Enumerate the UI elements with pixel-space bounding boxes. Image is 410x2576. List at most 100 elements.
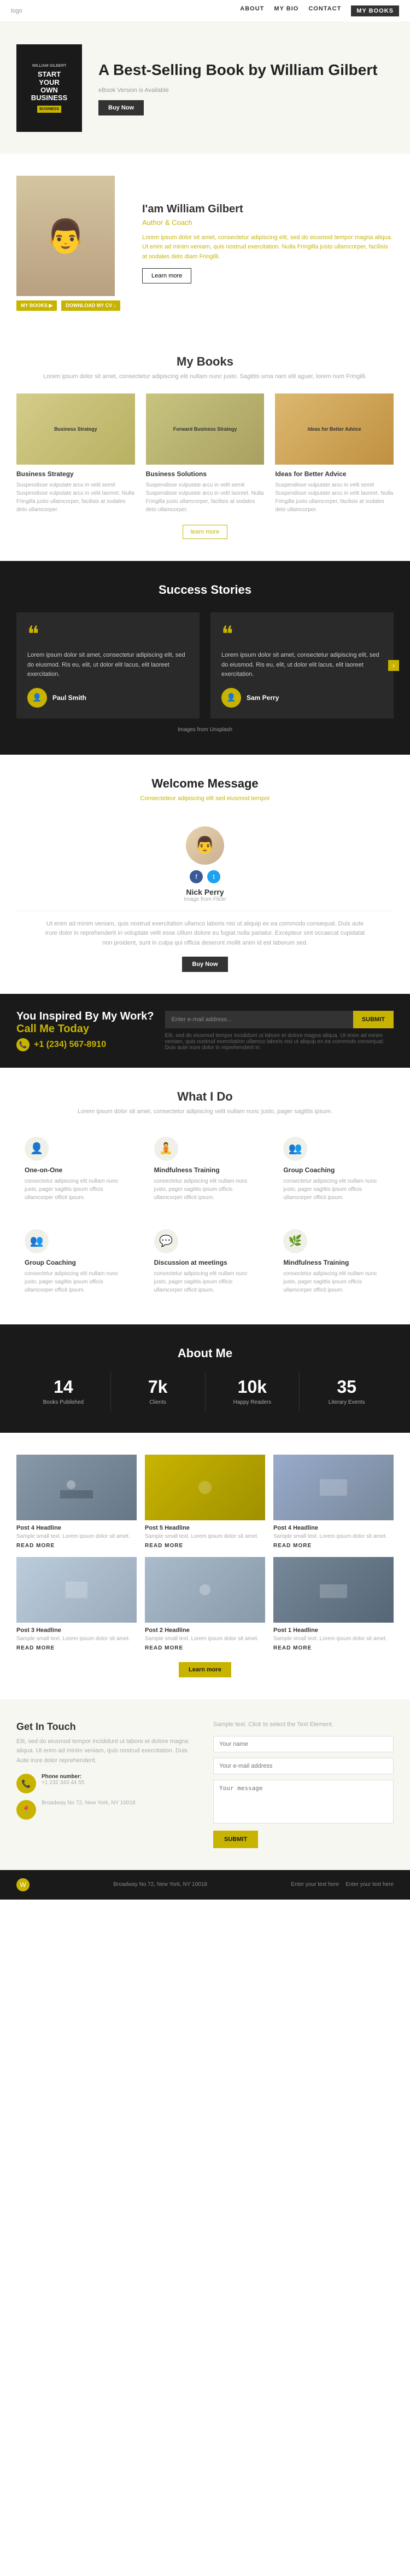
what-subtitle: Lorem ipsum dolor sit amet, consectetur … (16, 1108, 394, 1115)
footer-links: Enter your text here Enter your text her… (291, 1882, 394, 1888)
what-title: What I Do (16, 1090, 394, 1104)
success-stories-section: Success Stories ❝ Lorem ipsum dolor sit … (0, 561, 410, 755)
read-more-4b[interactable]: READ MORE (273, 1543, 394, 1549)
book-accent: BUSINESS (37, 106, 61, 113)
read-more-3[interactable]: READ MORE (16, 1645, 137, 1651)
learn-more-button[interactable]: Learn more (142, 268, 191, 283)
service-desc-3: consectetur adipiscing elit nullam nunc … (283, 1177, 385, 1202)
read-more-5[interactable]: READ MORE (145, 1543, 265, 1549)
my-books-badge[interactable]: MY BOOKS ▶ (16, 300, 57, 311)
service-5: 💬 Discussion at meetings consectetur adi… (146, 1221, 265, 1303)
book-cover-text: WILLIAM GILBERT STARTYOUROWNBUSINESS BUS… (31, 63, 67, 112)
welcome-name: Nick Perry (16, 888, 394, 896)
twitter-icon[interactable]: t (207, 870, 220, 883)
blog-post-5: Post 5 Headline Sample small text. Lorem… (145, 1455, 265, 1549)
book-desc-3: Suspendisse vulputate arcu in velit semi… (275, 481, 394, 514)
book-cover: WILLIAM GILBERT STARTYOUROWNBUSINESS BUS… (16, 44, 82, 132)
welcome-avatar: 👨 (186, 826, 224, 865)
what-i-do-section: What I Do Lorem ipsum dolor sit amet, co… (0, 1068, 410, 1324)
blog-post-1: Post 1 Headline Sample small text. Lorem… (273, 1557, 394, 1651)
read-more-2[interactable]: READ MORE (145, 1645, 265, 1651)
phone-value: +1 232 343 44 55 (42, 1780, 84, 1786)
book-cover-3: Ideas for Better Advice (275, 393, 394, 465)
call-form-wrap: SUBMIT Elit, sed do eiusmod tempor incid… (165, 1011, 394, 1051)
stat-label-clients: Clients (116, 1399, 200, 1405)
my-books-subtitle: Lorem ipsum dolor sit amet, consectetur … (16, 373, 394, 380)
form-message-input[interactable] (213, 1780, 394, 1824)
form-submit-button[interactable]: SUBMIT (213, 1831, 258, 1848)
blog-img-5 (145, 1455, 265, 1520)
phone-label: Phone number: (42, 1774, 84, 1780)
blog-learn-more-button[interactable]: Learn more (179, 1662, 231, 1677)
blog-headline-2: Post 2 Headline (145, 1627, 265, 1634)
book-author-small: WILLIAM GILBERT (31, 63, 67, 68)
welcome-title: Welcome Message (16, 777, 394, 791)
read-more-4[interactable]: READ MORE (16, 1543, 137, 1549)
stat-label-books: Books Published (22, 1399, 105, 1405)
book-card-2: Forward Business Strategy Business Solut… (146, 393, 265, 514)
story-avatar-2: 👤 (221, 688, 241, 708)
service-title-4: Group Coaching (25, 1259, 127, 1266)
blog-sub-4b: Sample small text. Lorem ipsum dolor sit… (273, 1533, 394, 1539)
nav-contact[interactable]: CONTACT (308, 5, 341, 16)
blog-sub-4: Sample small text. Lorem ipsum dolor sit… (16, 1533, 137, 1539)
services-grid: 👤 One-on-One consectetur adipiscing elit… (16, 1128, 394, 1303)
author-name: I'am William Gilbert (142, 203, 394, 216)
call-email-input[interactable] (165, 1011, 353, 1028)
footer-link-2[interactable]: Enter your text here (345, 1882, 394, 1888)
nav-my-books[interactable]: MY BOOKS (351, 5, 399, 16)
stat-num-clients: 7k (116, 1377, 200, 1397)
read-more-1[interactable]: READ MORE (273, 1645, 394, 1651)
form-email-row (213, 1758, 394, 1774)
author-photo: 👨 (16, 176, 115, 296)
buy-now-button[interactable]: Buy Now (98, 100, 144, 115)
stat-num-events: 35 (305, 1377, 388, 1397)
blog-headline-3: Post 3 Headline (16, 1627, 137, 1634)
story-text-1: Lorem ipsum dolor sit amet, consectetur … (27, 651, 189, 680)
story-name-1: Paul Smith (52, 694, 86, 702)
author-image-box: 👨 MY BOOKS ▶ DOWNLOAD MY CV ↓ (16, 176, 126, 311)
story-next-arrow[interactable]: › (388, 660, 399, 671)
contact-address-item: 📍 Broadway No 72, New York, NY 10018 (16, 1800, 197, 1820)
books-learn-more-button[interactable]: learn more (183, 525, 228, 539)
story-avatar-1: 👤 (27, 688, 47, 708)
blog-img-3 (16, 1557, 137, 1623)
footer-link-1[interactable]: Enter your text here (291, 1882, 339, 1888)
service-title-5: Discussion at meetings (154, 1259, 256, 1266)
story-author-2: 👤 Sam Perry (221, 688, 383, 708)
call-subtitle: Call Me Today (16, 1023, 154, 1035)
blog-img-2 (145, 1557, 265, 1623)
book-title-line: STARTYOUROWNBUSINESS (31, 71, 67, 102)
call-submit-button[interactable]: SUBMIT (353, 1011, 394, 1028)
call-text: You Inspired By My Work? Call Me Today 📞… (16, 1010, 154, 1051)
nav-about[interactable]: ABOUT (240, 5, 264, 16)
my-books-section: My Books Lorem ipsum dolor sit amet, con… (0, 333, 410, 561)
service-icon-6: 🌿 (283, 1229, 307, 1253)
hero-text: A Best-Selling Book by William Gilbert e… (98, 61, 394, 116)
story-name-2: Sam Perry (247, 694, 279, 702)
blog-post-2: Post 2 Headline Sample small text. Lorem… (145, 1557, 265, 1651)
stat-num-books: 14 (22, 1377, 105, 1397)
facebook-icon[interactable]: f (190, 870, 203, 883)
form-email-input[interactable] (213, 1758, 394, 1774)
contact-title: Get In Touch (16, 1721, 197, 1733)
book-desc-2: Suspendisse vulputate arcu in velit semi… (146, 481, 265, 514)
blog-headline-1: Post 1 Headline (273, 1627, 394, 1634)
blog-grid-top: Post 4 Headline Sample small text. Lorem… (16, 1455, 394, 1549)
welcome-buy-button[interactable]: Buy Now (182, 957, 227, 972)
call-desc: Elit, sed do eiusmod tempor incididunt u… (165, 1033, 394, 1051)
nav-my-bio[interactable]: MY BIO (274, 5, 298, 16)
footer-address: Broadway No 72, New York, NY 10018 (113, 1882, 207, 1888)
form-name-input[interactable] (213, 1736, 394, 1752)
service-icon-3: 👥 (283, 1137, 307, 1161)
success-title: Success Stories (16, 583, 394, 597)
books-grid: Business Strategy Business Strategy Susp… (16, 393, 394, 514)
contact-section: Get In Touch Elit, sed do eiusmod tempor… (0, 1699, 410, 1870)
stories-grid: ❝ Lorem ipsum dolor sit amet, consectetu… (16, 612, 394, 719)
blog-img-1 (273, 1557, 394, 1623)
download-cv-badge[interactable]: DOWNLOAD MY CV ↓ (61, 300, 120, 311)
phone-contact-icon: 📞 (16, 1774, 36, 1793)
navigation: logo ABOUT MY BIO CONTACT MY BOOKS (0, 0, 410, 22)
my-books-title: My Books (16, 355, 394, 369)
service-icon-5: 💬 (154, 1229, 178, 1253)
